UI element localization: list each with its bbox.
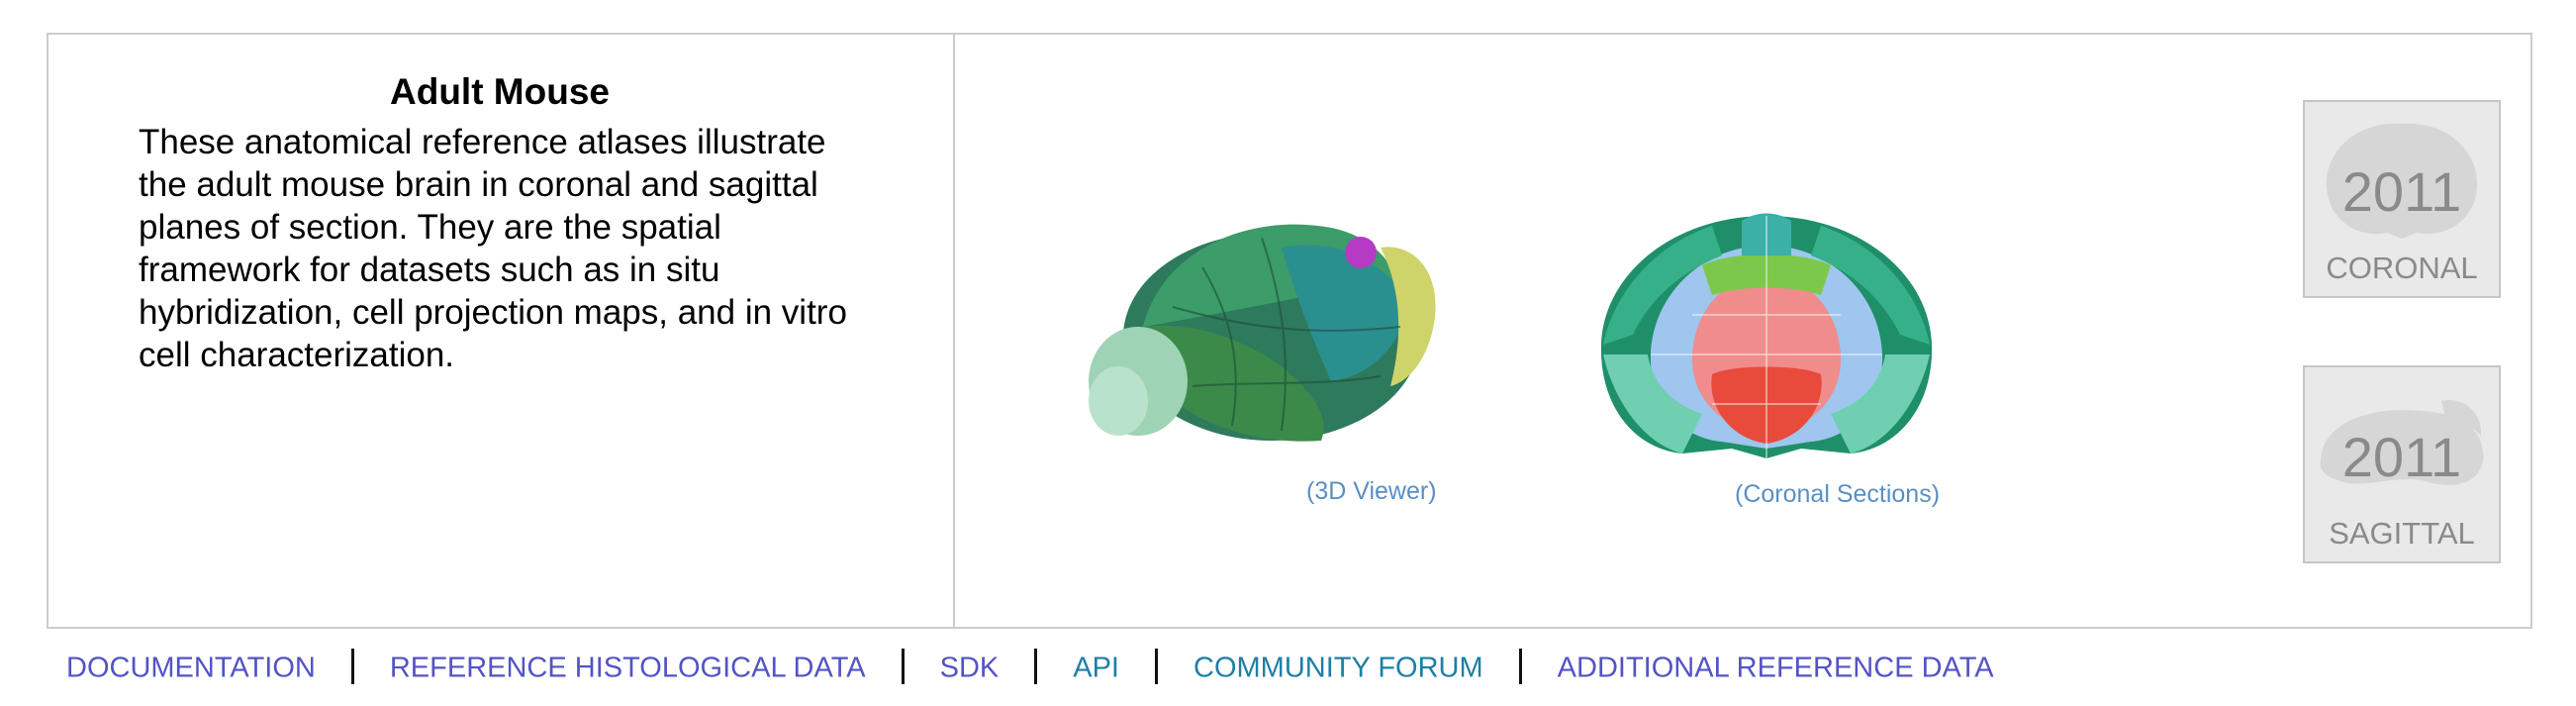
- atlas-label: CORONAL: [2326, 251, 2478, 285]
- nav-separator: [350, 649, 354, 684]
- atlas-description: These anatomical reference atlases illus…: [139, 123, 847, 374]
- atlas-tile-coronal[interactable]: 2011 CORONAL: [2303, 100, 2501, 298]
- atlas-year: 2011: [2341, 160, 2462, 223]
- brain-3d-viewer-image[interactable]: [1084, 208, 1440, 460]
- footer-nav: DOCUMENTATION REFERENCE HISTOLOGICAL DATA…: [66, 649, 1994, 687]
- 3d-viewer-link[interactable]: (3D Viewer): [1306, 477, 1437, 506]
- page-title: Adult Mouse: [390, 71, 610, 112]
- atlas-year: 2011: [2341, 426, 2462, 488]
- atlas-label: SAGITTAL: [2329, 516, 2475, 551]
- nav-sdk[interactable]: SDK: [940, 653, 1000, 684]
- nav-community-forum[interactable]: COMMUNITY FORUM: [1193, 653, 1483, 684]
- nav-api[interactable]: API: [1073, 653, 1119, 684]
- nav-separator: [901, 649, 905, 684]
- nav-additional-reference-data[interactable]: ADDITIONAL REFERENCE DATA: [1558, 653, 1994, 684]
- coronal-sections-link[interactable]: (Coronal Sections): [1735, 480, 1940, 509]
- coronal-sections-image[interactable]: [1593, 206, 1940, 463]
- nav-separator: [1155, 649, 1158, 684]
- nav-reference-histological-data[interactable]: REFERENCE HISTOLOGICAL DATA: [390, 653, 866, 684]
- nav-separator: [1518, 649, 1522, 684]
- atlas-tile-sagittal[interactable]: 2011 SAGITTAL: [2303, 365, 2501, 563]
- nav-documentation[interactable]: DOCUMENTATION: [66, 653, 316, 684]
- nav-separator: [1034, 649, 1038, 684]
- panel-divider: [953, 33, 955, 629]
